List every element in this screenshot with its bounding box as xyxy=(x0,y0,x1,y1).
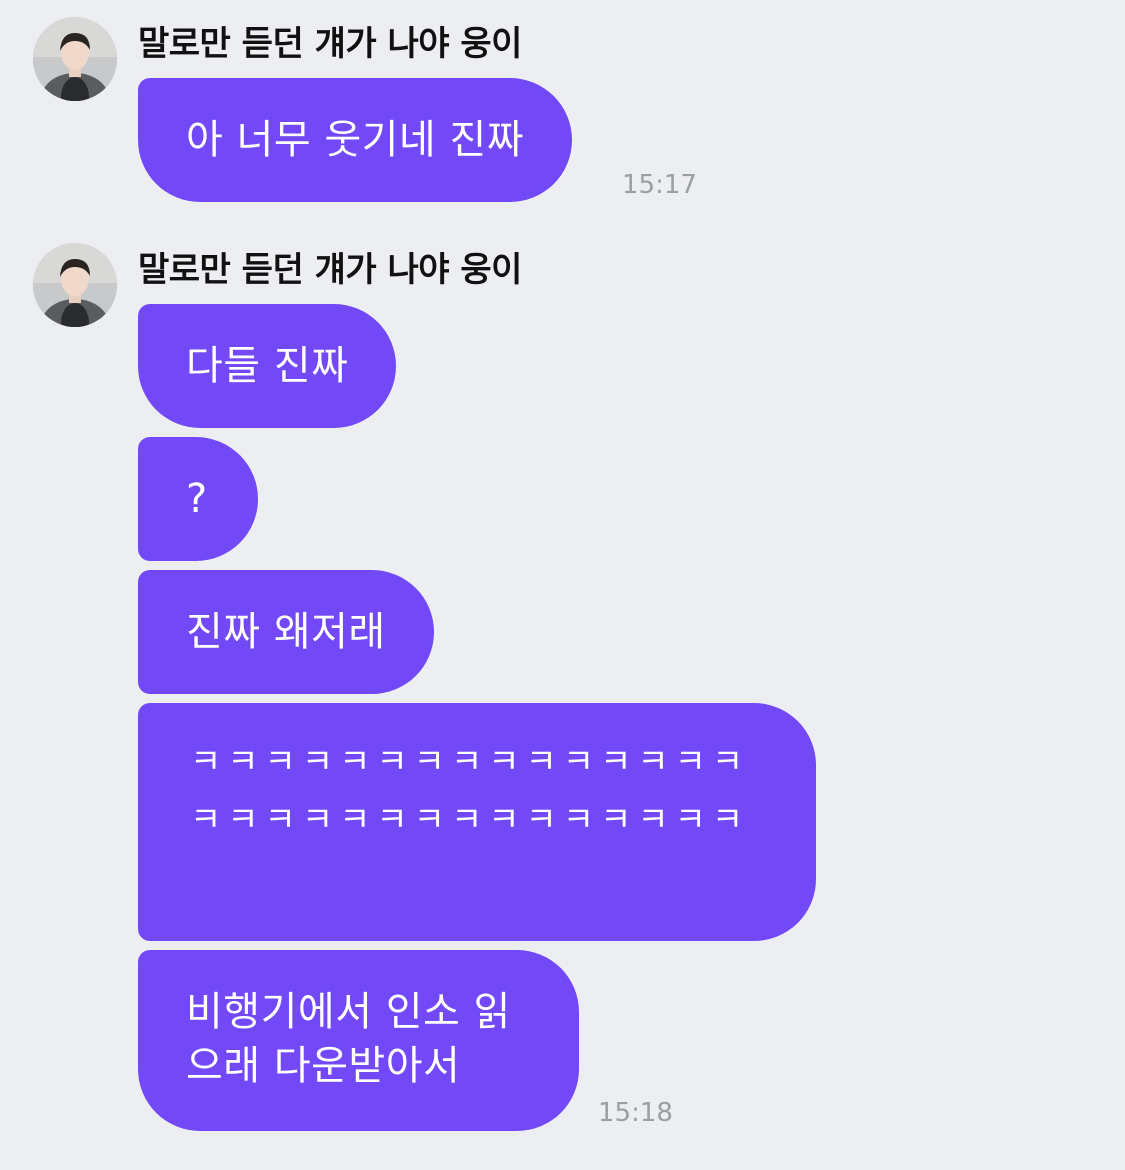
avatar-photo-icon xyxy=(33,17,117,101)
avatar[interactable] xyxy=(33,243,117,327)
avatar-photo-icon xyxy=(33,243,117,327)
message-bubble[interactable]: 비행기에서 인소 읽으래 다운받아서 xyxy=(138,950,579,1131)
message-bubble[interactable]: 진짜 왜저래 xyxy=(138,570,434,694)
message-bubble[interactable]: ? xyxy=(138,437,258,561)
avatar[interactable] xyxy=(33,17,117,101)
message-time: 15:18 xyxy=(598,1098,673,1128)
message-bubble[interactable]: 아 너무 웃기네 진짜 xyxy=(138,78,573,202)
sender-name: 말로만 듣던 걔가 나야 웅이 xyxy=(138,24,522,64)
message-bubble[interactable]: ㅋㅋㅋㅋㅋㅋㅋㅋㅋㅋㅋㅋㅋㅋㅋㅋㅋㅋㅋㅋㅋㅋㅋㅋㅋㅋㅋㅋㅋㅋ xyxy=(138,703,816,941)
message-time: 15:17 xyxy=(622,170,697,200)
message-bubble[interactable]: 다들 진짜 xyxy=(138,304,397,428)
sender-name: 말로만 듣던 걔가 나야 웅이 xyxy=(138,250,522,290)
